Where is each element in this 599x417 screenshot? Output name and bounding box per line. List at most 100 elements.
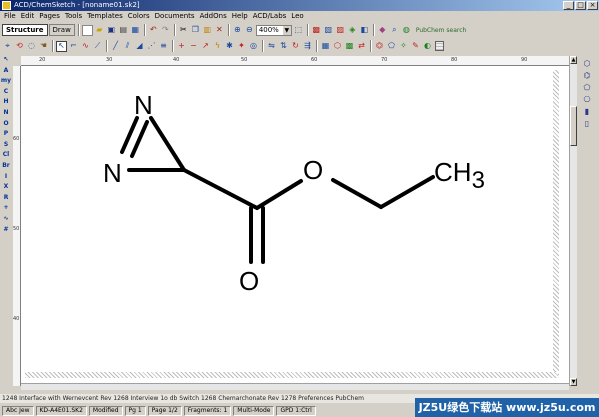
clean-structure-icon[interactable]: ✱ xyxy=(224,41,235,52)
flip-horizontal-icon[interactable]: ⇋ xyxy=(266,41,277,52)
vertical-scrollbar[interactable]: ▲ ▼ xyxy=(569,56,577,386)
page-setup-icon[interactable]: ▦ xyxy=(130,25,141,36)
maximize-button[interactable]: □ xyxy=(575,1,586,10)
atom-n[interactable]: N xyxy=(1,108,12,119)
draw-bond-icon[interactable]: ⟋ xyxy=(92,41,103,52)
tab-draw[interactable]: Draw xyxy=(48,24,75,36)
stereo-icon[interactable]: ✧ xyxy=(398,41,409,52)
chain-tool[interactable]: ∿ xyxy=(1,214,12,225)
delete-icon[interactable]: ✕ xyxy=(214,25,225,36)
name-icon[interactable]: ◧ xyxy=(359,25,370,36)
structure-check-icon[interactable]: ▧ xyxy=(323,25,334,36)
rotate-icon[interactable]: ↻ xyxy=(290,41,301,52)
full-view-icon[interactable]: ⬚ xyxy=(293,25,304,36)
redo-icon[interactable]: ↷ xyxy=(160,25,171,36)
menu-edit[interactable]: Edit xyxy=(21,12,40,20)
bond-hash-icon[interactable]: ⋰ xyxy=(146,41,157,52)
menu-leo[interactable]: Leo xyxy=(291,12,308,20)
draw-continuous-icon[interactable]: ⌐ xyxy=(68,41,79,52)
atom-o-ester[interactable]: O xyxy=(303,155,323,185)
pubchem-search-label[interactable]: PubChem search xyxy=(416,27,467,34)
menu-pages[interactable]: Pages xyxy=(39,12,65,20)
menu-addons[interactable]: AddOns xyxy=(200,12,232,20)
atom-select-icon[interactable]: ↖ xyxy=(1,55,12,66)
scroll-thumb[interactable] xyxy=(570,106,577,146)
tab-structure[interactable]: Structure xyxy=(2,24,48,36)
atom-s[interactable]: S xyxy=(1,140,12,151)
menu-file[interactable]: File xyxy=(4,12,21,20)
bond-double-icon[interactable]: ⫽ xyxy=(122,41,133,52)
search-icon[interactable]: ⌕ xyxy=(389,25,400,36)
calculate-icon[interactable]: ▩ xyxy=(311,25,322,36)
flip-vertical-icon[interactable]: ⇅ xyxy=(278,41,289,52)
grid-toggle-icon[interactable] xyxy=(434,41,445,52)
atom-text-tool[interactable]: A xyxy=(1,66,12,77)
table-template-icon[interactable]: ▯ xyxy=(581,119,593,129)
atom-h[interactable]: H xyxy=(1,97,12,108)
open-folder-icon[interactable]: ▰ xyxy=(94,25,105,36)
menu-documents[interactable]: Documents xyxy=(155,12,200,20)
rings-icon[interactable]: ⏣ xyxy=(374,41,385,52)
lasso-icon[interactable]: ◌ xyxy=(26,41,37,52)
atom-c[interactable]: C xyxy=(1,87,12,98)
web-icon[interactable]: ◍ xyxy=(401,25,412,36)
3d-view-icon[interactable]: ◎ xyxy=(248,41,259,52)
atom-o[interactable]: O xyxy=(1,119,12,130)
menu-tools[interactable]: Tools xyxy=(65,12,87,20)
copy-icon[interactable]: ❐ xyxy=(190,25,201,36)
table-icon[interactable]: ▦ xyxy=(320,41,331,52)
periodic-table-icon[interactable]: ▩ xyxy=(344,41,355,52)
hash-tool[interactable]: # xyxy=(1,225,12,236)
ring-template-icon[interactable]: ⌬ xyxy=(581,71,593,81)
print-icon[interactable]: ▤ xyxy=(118,25,129,36)
zoom-select[interactable]: 400% ▼ xyxy=(255,24,292,36)
charge-plus-tool[interactable]: + xyxy=(1,203,12,214)
menu-templates[interactable]: Templates xyxy=(87,12,128,20)
template-icon[interactable]: ⬡ xyxy=(332,41,343,52)
pentagon-template-icon[interactable]: ⬠ xyxy=(581,83,593,93)
paste-icon[interactable]: ▥ xyxy=(202,25,213,36)
new-document-icon[interactable] xyxy=(81,24,93,36)
minimize-button[interactable]: _ xyxy=(563,1,574,10)
atom-n-left[interactable]: N xyxy=(103,158,122,188)
select-move-icon[interactable]: ⌖ xyxy=(2,41,13,52)
polygon-icon[interactable]: ⬠ xyxy=(386,41,397,52)
scroll-up-icon[interactable]: ▲ xyxy=(570,56,577,64)
atom-n-top[interactable]: N xyxy=(134,90,153,120)
atom-cl[interactable]: Cl xyxy=(1,150,12,161)
3d-optimize-icon[interactable]: ◈ xyxy=(347,25,358,36)
draw-chain-icon[interactable]: ∿ xyxy=(80,41,91,52)
bond-wedge-icon[interactable]: ◢ xyxy=(134,41,145,52)
properties-icon[interactable]: ▨ xyxy=(335,25,346,36)
bond-triple-icon[interactable]: ≡ xyxy=(158,41,169,52)
atom-p[interactable]: P xyxy=(1,129,12,140)
horizontal-scrollbar[interactable] xyxy=(21,383,569,390)
undo-icon[interactable]: ↶ xyxy=(148,25,159,36)
benzene-template-icon[interactable]: ⬡ xyxy=(581,59,593,69)
menu-help[interactable]: Help xyxy=(232,12,253,20)
atom-ch3[interactable]: CH3 xyxy=(434,157,485,194)
color-icon[interactable]: ◐ xyxy=(422,41,433,52)
atom-o-carbonyl[interactable]: O xyxy=(239,266,259,296)
atom-r[interactable]: R xyxy=(1,193,12,204)
atom-br[interactable]: Br xyxy=(1,161,12,172)
cut-icon[interactable]: ✂ xyxy=(178,25,189,36)
charge-plus-icon[interactable]: + xyxy=(176,41,187,52)
atom-i[interactable]: I xyxy=(1,172,12,183)
zoom-out-icon[interactable]: ⊖ xyxy=(244,25,255,36)
cyclohexane-template-icon[interactable]: ⎔ xyxy=(581,95,593,105)
molecule-structure[interactable]: N N O O CH3 xyxy=(21,66,569,383)
draw-normal-icon[interactable]: ↖ xyxy=(56,40,67,52)
close-button[interactable]: × xyxy=(587,1,598,10)
menu-colors[interactable]: Colors xyxy=(128,12,155,20)
atom-my-tool[interactable]: my xyxy=(1,76,12,87)
atom-x[interactable]: X xyxy=(1,182,12,193)
hand-icon[interactable]: ☚ xyxy=(38,41,49,52)
save-icon[interactable]: ▣ xyxy=(106,25,117,36)
more-templates-icon[interactable]: ▮ xyxy=(581,107,593,117)
charge-minus-icon[interactable]: − xyxy=(188,41,199,52)
label-icon[interactable]: ✎ xyxy=(410,41,421,52)
reaction-icon[interactable]: ⇄ xyxy=(356,41,367,52)
align-icon[interactable]: ⇶ xyxy=(302,41,313,52)
lightning-icon[interactable]: ϟ xyxy=(212,41,223,52)
